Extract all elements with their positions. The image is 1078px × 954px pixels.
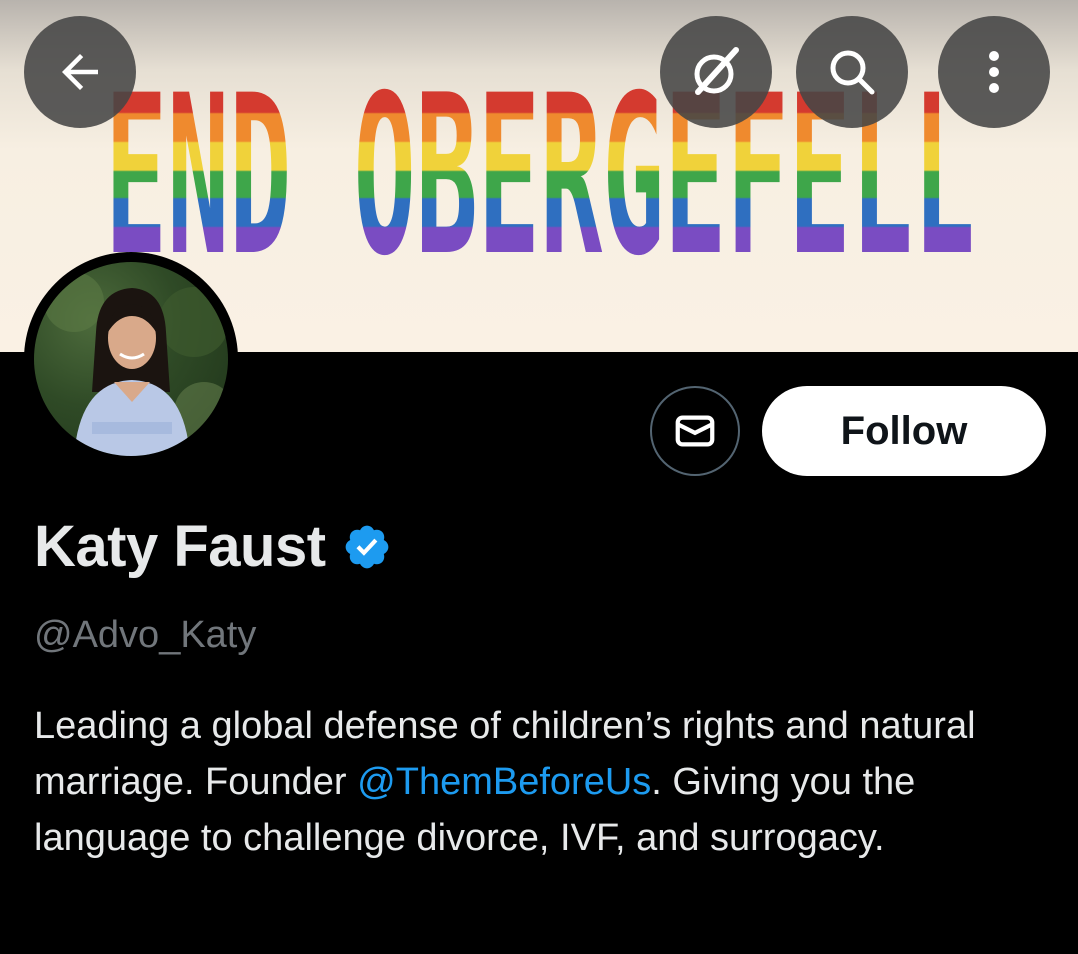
search-icon xyxy=(830,50,875,95)
envelope-icon xyxy=(675,415,715,447)
more-button[interactable] xyxy=(938,16,1050,128)
profile-bio: Leading a global defense of children’s r… xyxy=(34,698,1034,866)
grok-icon xyxy=(694,47,739,95)
profile-handle: @Advo_Katy xyxy=(34,614,257,656)
display-name: Katy Faust xyxy=(34,514,326,579)
follow-button[interactable]: Follow xyxy=(762,386,1046,476)
avatar[interactable] xyxy=(24,252,238,466)
arrow-left-icon xyxy=(62,54,98,90)
bio-mention-link[interactable]: @ThemBeforeUs xyxy=(357,761,651,803)
search-button[interactable] xyxy=(796,16,908,128)
grok-button[interactable] xyxy=(660,16,772,128)
more-vertical-icon xyxy=(989,51,999,93)
back-button[interactable] xyxy=(24,16,136,128)
avatar-image xyxy=(34,262,228,456)
verified-badge-icon[interactable] xyxy=(342,522,392,572)
message-button[interactable] xyxy=(650,386,740,476)
profile-name-row: Katy Faust xyxy=(34,513,392,580)
